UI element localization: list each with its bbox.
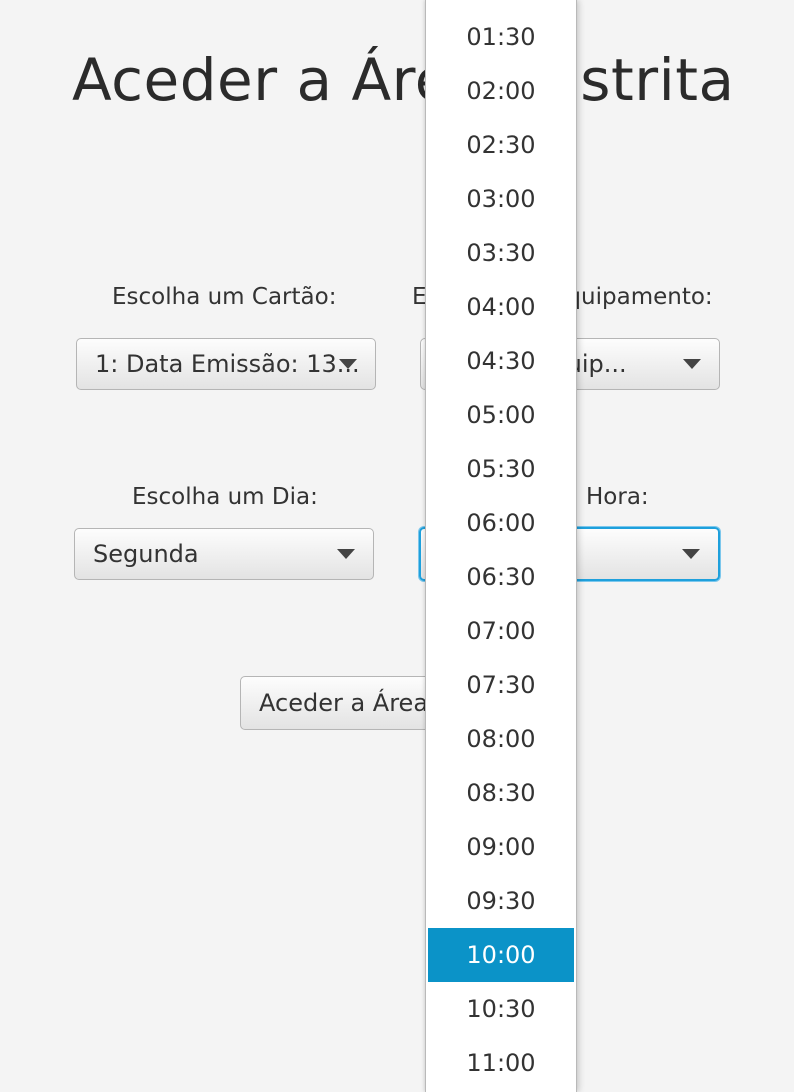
hour-option[interactable]: 08:00 bbox=[428, 712, 574, 766]
hour-option[interactable]: 10:00 bbox=[428, 928, 574, 982]
chevron-down-icon bbox=[337, 549, 355, 559]
hour-dropdown-list[interactable]: 01:30 02:00 02:30 03:00 03:30 04:00 04:30 05:00… bbox=[425, 0, 577, 1092]
hour-option[interactable]: 02:30 bbox=[428, 118, 574, 172]
hour-option[interactable]: 02:00 bbox=[428, 64, 574, 118]
page-title: Aceder a Área Restrita bbox=[72, 46, 735, 114]
chevron-down-icon bbox=[682, 549, 700, 559]
day-combobox[interactable]: Segunda bbox=[74, 528, 374, 580]
hour-option[interactable]: 06:00 bbox=[428, 496, 574, 550]
hour-option[interactable]: 03:30 bbox=[428, 226, 574, 280]
hour-option[interactable]: 04:00 bbox=[428, 280, 574, 334]
hour-option[interactable]: 03:00 bbox=[428, 172, 574, 226]
hour-option[interactable]: 04:30 bbox=[428, 334, 574, 388]
card-combobox-value: 1: Data Emissão: 13... bbox=[95, 350, 360, 378]
card-label: Escolha um Cartão: bbox=[112, 284, 337, 310]
hour-option[interactable]: 06:30 bbox=[428, 550, 574, 604]
hour-option[interactable]: 07:00 bbox=[428, 604, 574, 658]
hour-option[interactable]: 05:00 bbox=[428, 388, 574, 442]
main-window: Aceder a Área Restrita Escolha um Cartão… bbox=[0, 0, 794, 1092]
hour-option[interactable]: 05:30 bbox=[428, 442, 574, 496]
hour-option[interactable]: 08:30 bbox=[428, 766, 574, 820]
hour-option[interactable]: 10:30 bbox=[428, 982, 574, 1036]
hour-option[interactable]: 07:30 bbox=[428, 658, 574, 712]
chevron-down-icon bbox=[683, 359, 701, 369]
card-combobox[interactable]: 1: Data Emissão: 13... bbox=[76, 338, 376, 390]
hour-option[interactable]: 01:30 bbox=[428, 10, 574, 64]
hour-option[interactable]: 09:30 bbox=[428, 874, 574, 928]
hour-option[interactable]: 09:00 bbox=[428, 820, 574, 874]
hour-option[interactable]: 11:00 bbox=[428, 1036, 574, 1090]
chevron-down-icon bbox=[339, 359, 357, 369]
day-combobox-value: Segunda bbox=[93, 540, 199, 568]
day-label: Escolha um Dia: bbox=[132, 484, 318, 510]
